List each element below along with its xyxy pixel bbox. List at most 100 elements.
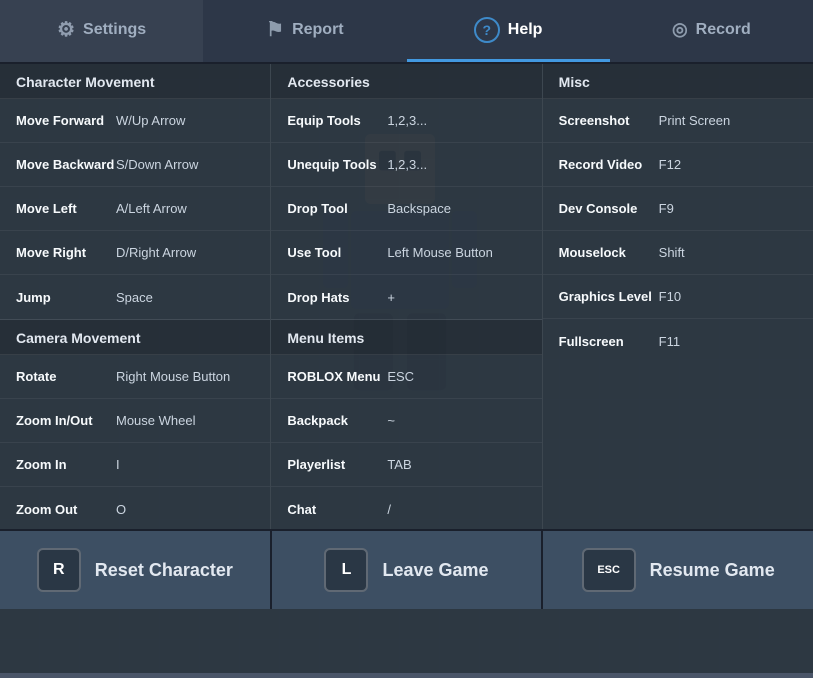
keybind-row: Unequip Tools 1,2,3... <box>271 143 541 187</box>
content-body: Character Movement Move Forward W/Up Arr… <box>0 64 813 529</box>
keybind-action: ROBLOX Menu <box>287 369 387 384</box>
keybind-action: Jump <box>16 290 116 305</box>
resume-game-button[interactable]: ESC Resume Game <box>543 531 813 609</box>
keybind-key: + <box>387 290 395 305</box>
record-icon: ◎ <box>672 19 688 40</box>
nav-settings-label: Settings <box>83 21 146 39</box>
keybind-row: Zoom In/Out Mouse Wheel <box>0 399 270 443</box>
keybind-row: Playerlist TAB <box>271 443 541 487</box>
character-movement-rows: Move Forward W/Up Arrow Move Backward S/… <box>0 99 270 319</box>
camera-movement-header: Camera Movement <box>0 320 270 355</box>
report-icon: ⚑ <box>266 17 284 42</box>
accessories-rows: Equip Tools 1,2,3... Unequip Tools 1,2,3… <box>271 99 541 319</box>
keybind-action: Backpack <box>287 413 387 428</box>
menu-items-rows: ROBLOX Menu ESC Backpack ~ Playerlist TA… <box>271 355 541 529</box>
keybind-row: Backpack ~ <box>271 399 541 443</box>
keybind-action: Move Forward <box>16 113 116 128</box>
keybind-key: Left Mouse Button <box>387 245 493 260</box>
keybind-key: / <box>387 502 391 517</box>
nav-record-label: Record <box>696 21 751 39</box>
keybind-action: Drop Hats <box>287 290 387 305</box>
resume-game-label: Resume Game <box>650 560 775 581</box>
nav-settings[interactable]: ⚙ Settings <box>0 0 203 62</box>
keybind-key: I <box>116 457 120 472</box>
keybind-row: Use Tool Left Mouse Button <box>271 231 541 275</box>
keybind-key: TAB <box>387 457 411 472</box>
keybind-action: Unequip Tools <box>287 157 387 172</box>
nav-report-label: Report <box>292 21 344 39</box>
keybind-action: Zoom In/Out <box>16 413 116 428</box>
keybind-row: ROBLOX Menu ESC <box>271 355 541 399</box>
keybind-action: Playerlist <box>287 457 387 472</box>
keybind-key: Space <box>116 290 153 305</box>
column-accessories: Accessories Equip Tools 1,2,3... Unequip… <box>271 64 542 529</box>
keybind-action: Fullscreen <box>559 334 659 349</box>
keybind-key: 1,2,3... <box>387 157 427 172</box>
keybind-key: F10 <box>659 289 681 304</box>
keybind-action: Dev Console <box>559 201 659 216</box>
keybind-action: Chat <box>287 502 387 517</box>
keybind-key: Right Mouse Button <box>116 369 230 384</box>
help-icon: ? <box>474 17 500 43</box>
keybind-row: Chat / <box>271 487 541 529</box>
keybind-key: 1,2,3... <box>387 113 427 128</box>
reset-character-button[interactable]: R Reset Character <box>0 531 272 609</box>
keybind-row: Drop Hats + <box>271 275 541 319</box>
column-misc: Misc Screenshot Print Screen Record Vide… <box>543 64 813 529</box>
keybind-row: Screenshot Print Screen <box>543 99 813 143</box>
top-navigation: ⚙ Settings ⚑ Report ? Help ◎ Record <box>0 0 813 64</box>
nav-record[interactable]: ◎ Record <box>610 0 813 62</box>
nav-help[interactable]: ? Help <box>407 0 610 62</box>
misc-header: Misc <box>543 64 813 99</box>
keybind-row: Move Forward W/Up Arrow <box>0 99 270 143</box>
leave-game-label: Leave Game <box>382 560 488 581</box>
keybind-row: Fullscreen F11 <box>543 319 813 363</box>
keybind-action: Use Tool <box>287 245 387 260</box>
menu-items-header: Menu Items <box>271 320 541 355</box>
nav-help-label: Help <box>508 21 543 39</box>
keybind-key: Shift <box>659 245 685 260</box>
keybind-key: ESC <box>387 369 414 384</box>
keybind-action: Mouselock <box>559 245 659 260</box>
reset-key-badge: R <box>37 548 81 592</box>
keybind-key: Print Screen <box>659 113 731 128</box>
keybind-row: Zoom In I <box>0 443 270 487</box>
keybind-row: Graphics Level F10 <box>543 275 813 319</box>
main-panel: ⚙ Settings ⚑ Report ? Help ◎ Record Char… <box>0 0 813 609</box>
leave-key-badge: L <box>324 548 368 592</box>
misc-rows: Screenshot Print Screen Record Video F12… <box>543 99 813 363</box>
keybind-key: W/Up Arrow <box>116 113 185 128</box>
accessories-header: Accessories <box>271 64 541 99</box>
keybind-action: Zoom In <box>16 457 116 472</box>
keybind-action: Move Right <box>16 245 116 260</box>
keybind-row: Drop Tool Backspace <box>271 187 541 231</box>
keybind-row: Rotate Right Mouse Button <box>0 355 270 399</box>
keybind-key: F12 <box>659 157 681 172</box>
bottom-action-bar: R Reset Character L Leave Game ESC Resum… <box>0 529 813 609</box>
keybind-row: Equip Tools 1,2,3... <box>271 99 541 143</box>
keybind-row: Zoom Out O <box>0 487 270 529</box>
settings-icon: ⚙ <box>57 17 75 42</box>
keybind-row: Mouselock Shift <box>543 231 813 275</box>
keybind-row: Record Video F12 <box>543 143 813 187</box>
keybind-action: Rotate <box>16 369 116 384</box>
keybind-row: Dev Console F9 <box>543 187 813 231</box>
keybind-key: A/Left Arrow <box>116 201 187 216</box>
keybind-action: Record Video <box>559 157 659 172</box>
keybind-key: D/Right Arrow <box>116 245 196 260</box>
keybind-action: Zoom Out <box>16 502 116 517</box>
keybind-key: ~ <box>387 413 395 428</box>
nav-report[interactable]: ⚑ Report <box>203 0 406 62</box>
keybind-key: F11 <box>659 334 680 349</box>
keybind-action: Equip Tools <box>287 113 387 128</box>
keybind-key: O <box>116 502 126 517</box>
keybind-key: Backspace <box>387 201 451 216</box>
keybind-row: Move Left A/Left Arrow <box>0 187 270 231</box>
keybind-action: Move Backward <box>16 157 116 172</box>
keybind-row: Jump Space <box>0 275 270 319</box>
leave-game-button[interactable]: L Leave Game <box>272 531 544 609</box>
keybind-action: Move Left <box>16 201 116 216</box>
keybind-key: S/Down Arrow <box>116 157 198 172</box>
camera-movement-rows: Rotate Right Mouse Button Zoom In/Out Mo… <box>0 355 270 529</box>
keybind-action: Drop Tool <box>287 201 387 216</box>
